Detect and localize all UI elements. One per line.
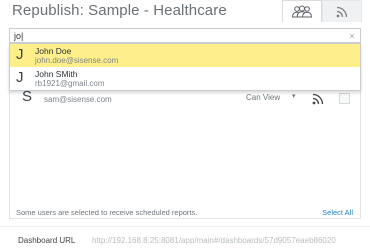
dashboard-url-label: Dashboard URL <box>18 236 76 245</box>
user-email: sam@sisense.com <box>44 95 112 104</box>
suggestion-initial: J <box>16 69 24 86</box>
scheduled-reports-note: Some users are selected to receive sched… <box>16 208 198 217</box>
user-suggestions-dropdown: J John Doe john.doe@sisense.com J John S… <box>9 43 361 91</box>
subscribe-rss-icon[interactable] <box>312 93 324 105</box>
dashboard-url-value[interactable]: http://192.168.8.25:8081/app/main#/dashb… <box>92 236 362 245</box>
republish-dialog: Republish: Sample - Healthcare S sam@sis… <box>0 0 370 250</box>
permission-dropdown[interactable]: Can View <box>246 93 280 102</box>
suggestion-email: rb1921@gmail.com <box>35 79 105 88</box>
users-icon <box>291 5 313 18</box>
share-tabs <box>282 0 362 24</box>
dialog-title: Republish: Sample - Healthcare <box>12 2 227 19</box>
suggestion-name: John SMith <box>35 69 78 79</box>
select-all-link[interactable]: Select All <box>322 208 353 217</box>
suggestion-item[interactable]: J John Doe john.doe@sisense.com <box>10 44 360 67</box>
suggestion-initial: J <box>16 46 24 63</box>
dashboard-url-row: Dashboard URL http://192.168.8.25:8081/a… <box>0 226 370 250</box>
tab-subscriptions[interactable] <box>322 0 362 22</box>
shared-user-row: S sam@sisense.com Can View ▾ <box>10 88 360 110</box>
tab-users[interactable] <box>282 0 322 22</box>
user-select-checkbox[interactable] <box>339 93 350 104</box>
search-input[interactable] <box>12 29 342 42</box>
user-search-field[interactable]: × <box>9 28 361 43</box>
suggestion-email: john.doe@sisense.com <box>35 56 119 65</box>
dialog-header: Republish: Sample - Healthcare <box>0 0 370 26</box>
clear-icon[interactable]: × <box>347 29 357 42</box>
chevron-down-icon[interactable]: ▾ <box>292 92 296 100</box>
rss-icon <box>336 6 348 17</box>
suggestion-name: John Doe <box>35 46 72 56</box>
suggestion-item[interactable]: J John SMith rb1921@gmail.com <box>10 67 360 90</box>
